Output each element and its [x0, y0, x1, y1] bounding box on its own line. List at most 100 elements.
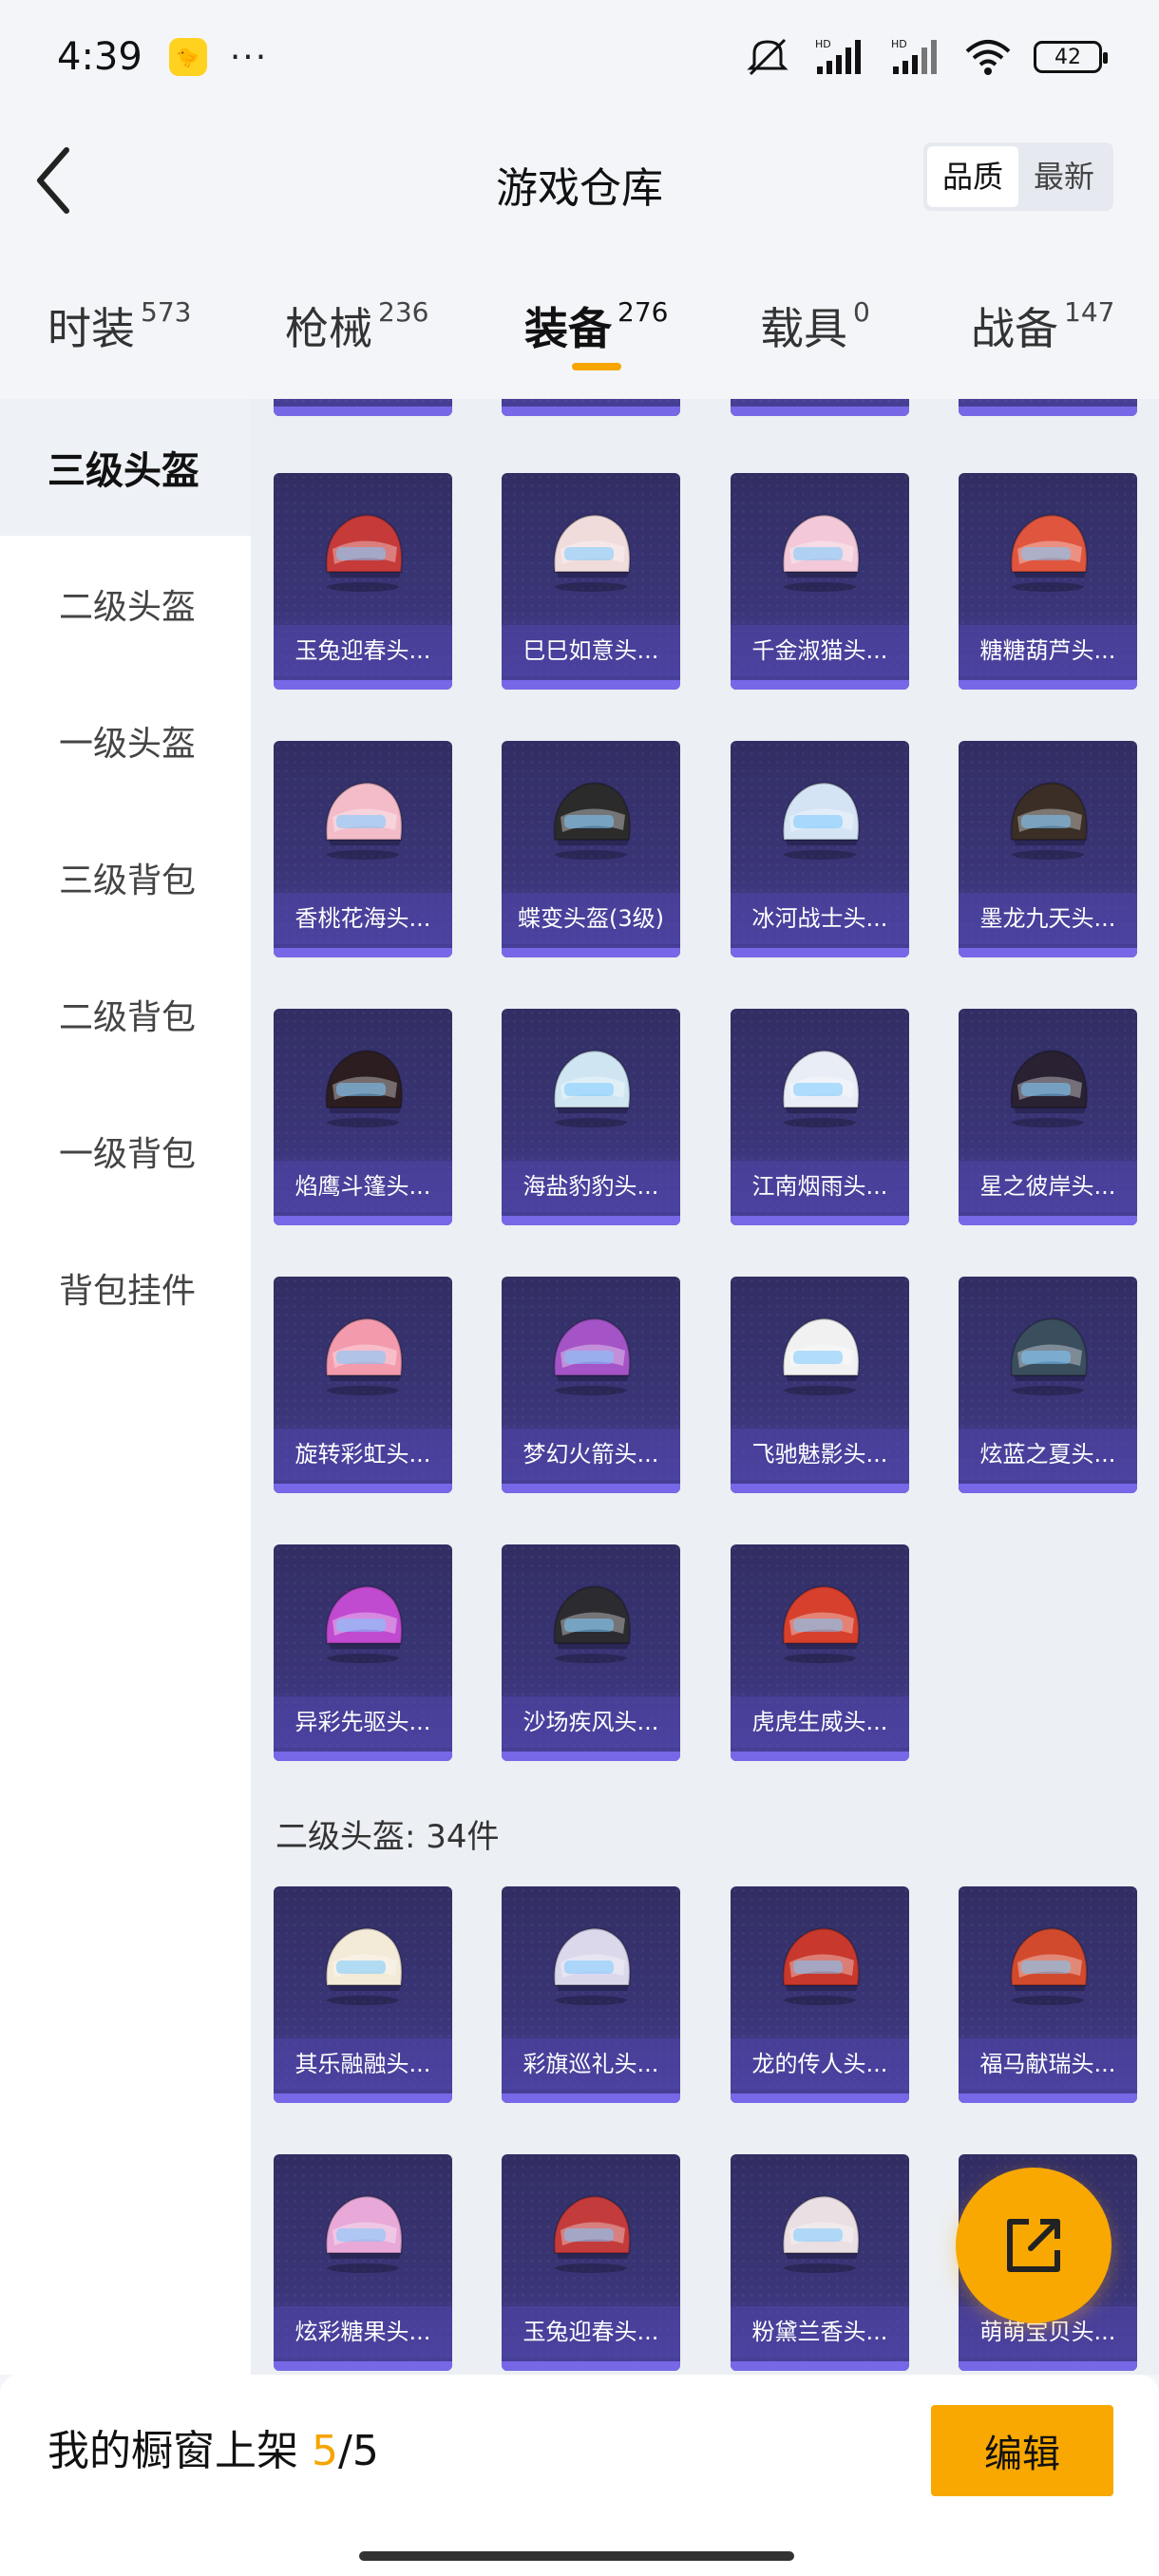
- edit-button[interactable]: 编辑: [931, 2405, 1113, 2496]
- item-card[interactable]: 糖糖葫芦头...: [959, 473, 1137, 690]
- share-button[interactable]: [956, 2168, 1112, 2323]
- category-sidebar: 三级头盔 二级头盔 一级头盔 三级背包 二级背包 一级背包 背包挂件: [0, 399, 251, 2375]
- item-card[interactable]: 其乐融融头...: [274, 1886, 452, 2103]
- status-time: 4:39: [57, 35, 142, 79]
- item-card[interactable]: 异彩先驱头...: [274, 1544, 452, 1761]
- rarity-strip: [502, 407, 680, 416]
- helmet-icon: [772, 2187, 867, 2274]
- item-card[interactable]: 炫彩糖果头...: [274, 2154, 452, 2371]
- item-card-partial[interactable]: [959, 399, 1137, 416]
- wifi-icon: [963, 36, 1013, 78]
- rarity-strip: [502, 1752, 680, 1761]
- active-tab-indicator: [571, 363, 621, 370]
- helmet-icon: [543, 505, 638, 593]
- rarity-strip: [731, 2093, 909, 2103]
- showcase-used-count: 5: [312, 2427, 338, 2475]
- item-grid: 二级头盔: 34件 玉兔迎春头... 巳巳如意头... 千金淑猫头... 糖糖葫芦头.…: [251, 399, 1159, 2375]
- sidebar-item-level2-backpack[interactable]: 二级背包: [0, 946, 251, 1083]
- rarity-strip: [731, 407, 909, 416]
- sort-toggle: 品质 最新: [922, 142, 1113, 211]
- category-tabs: 时装 573 枪械 236 装备 276 载具 0 战备 147: [0, 266, 1159, 399]
- tab-count: 0: [853, 296, 870, 328]
- item-card[interactable]: 梦幻火箭头...: [502, 1277, 680, 1493]
- item-card[interactable]: 海盐豹豹头...: [502, 1009, 680, 1225]
- sidebar-item-level1-backpack[interactable]: 一级背包: [0, 1083, 251, 1220]
- helmet-icon: [543, 773, 638, 861]
- item-card[interactable]: 玉兔迎春头...: [502, 2154, 680, 2371]
- helmet-icon: [315, 1041, 410, 1128]
- item-card[interactable]: 虎虎生威头...: [731, 1544, 909, 1761]
- rarity-strip: [502, 1484, 680, 1493]
- helmet-icon: [772, 1309, 867, 1396]
- item-card[interactable]: 福马献瑞头...: [959, 1886, 1137, 2103]
- sidebar-item-level3-backpack[interactable]: 三级背包: [0, 809, 251, 946]
- sort-by-quality[interactable]: 品质: [926, 146, 1018, 207]
- rarity-strip: [274, 407, 452, 416]
- rarity-strip: [731, 1484, 909, 1493]
- rarity-strip: [959, 2093, 1137, 2103]
- rarity-strip: [959, 2361, 1137, 2371]
- tab-vehicles[interactable]: 载具 0: [760, 266, 870, 399]
- item-name: 千金淑猫头...: [731, 625, 909, 676]
- signal-hd-1-icon: HD: [811, 36, 866, 78]
- tab-label: 枪械: [285, 303, 372, 354]
- rarity-strip: [959, 680, 1137, 690]
- item-name: 炫蓝之夏头...: [959, 1429, 1137, 1480]
- item-card[interactable]: 彩旗巡礼头...: [502, 1886, 680, 2103]
- helmet-icon: [1000, 1309, 1095, 1396]
- share-icon: [1007, 2219, 1060, 2272]
- sidebar-item-level1-helmet[interactable]: 一级头盔: [0, 672, 251, 809]
- item-card[interactable]: 炫蓝之夏头...: [959, 1277, 1137, 1493]
- rarity-strip: [731, 1752, 909, 1761]
- helmet-icon: [315, 1309, 410, 1396]
- item-card[interactable]: 巳巳如意头...: [502, 473, 680, 690]
- item-name: 玉兔迎春头...: [274, 625, 452, 676]
- item-card-partial[interactable]: [274, 399, 452, 416]
- tab-fashion[interactable]: 时装 573: [48, 266, 191, 399]
- rarity-strip: [274, 2093, 452, 2103]
- rarity-strip: [959, 1484, 1137, 1493]
- rarity-strip: [731, 680, 909, 690]
- showcase-bar: 我的橱窗上架 5/5 编辑: [0, 2375, 1159, 2576]
- tab-equipment[interactable]: 装备 276: [524, 266, 668, 399]
- rarity-strip: [274, 1752, 452, 1761]
- item-card[interactable]: 玉兔迎春头...: [274, 473, 452, 690]
- tab-count: 573: [141, 296, 192, 328]
- helmet-icon: [543, 1919, 638, 2006]
- item-card[interactable]: 焰鹰斗篷头...: [274, 1009, 452, 1225]
- item-card-partial[interactable]: [502, 399, 680, 416]
- rarity-strip: [502, 2093, 680, 2103]
- rarity-strip: [274, 1216, 452, 1225]
- helmet-icon: [772, 1919, 867, 2006]
- sort-by-latest[interactable]: 最新: [1018, 146, 1110, 207]
- item-card[interactable]: 香桃花海头...: [274, 741, 452, 957]
- sidebar-item-level2-helmet[interactable]: 二级头盔: [0, 536, 251, 672]
- rarity-strip: [502, 948, 680, 957]
- item-name: 巳巳如意头...: [502, 625, 680, 676]
- item-name: 焰鹰斗篷头...: [274, 1161, 452, 1212]
- item-card[interactable]: 粉黛兰香头...: [731, 2154, 909, 2371]
- item-name: 福马献瑞头...: [959, 2038, 1137, 2090]
- item-card[interactable]: 冰河战士头...: [731, 741, 909, 957]
- sidebar-item-backpack-charm[interactable]: 背包挂件: [0, 1220, 251, 1356]
- tab-supplies[interactable]: 战备 147: [971, 266, 1114, 399]
- item-card[interactable]: 飞驰魅影头...: [731, 1277, 909, 1493]
- sidebar-item-level3-helmet[interactable]: 三级头盔: [0, 399, 251, 536]
- item-card[interactable]: 千金淑猫头...: [731, 473, 909, 690]
- item-card[interactable]: 旋转彩虹头...: [274, 1277, 452, 1493]
- item-card[interactable]: 沙场疾风头...: [502, 1544, 680, 1761]
- home-indicator[interactable]: [359, 2551, 794, 2561]
- item-name: 星之彼岸头...: [959, 1161, 1137, 1212]
- item-card[interactable]: 墨龙九天头...: [959, 741, 1137, 957]
- item-card[interactable]: 蝶变头盔(3级): [502, 741, 680, 957]
- item-card[interactable]: 江南烟雨头...: [731, 1009, 909, 1225]
- rarity-strip: [731, 1216, 909, 1225]
- item-card-partial[interactable]: [731, 399, 909, 416]
- item-name: 彩旗巡礼头...: [502, 2038, 680, 2090]
- tab-count: 276: [618, 296, 669, 328]
- item-card[interactable]: 星之彼岸头...: [959, 1009, 1137, 1225]
- item-name: 其乐融融头...: [274, 2038, 452, 2090]
- item-name: 蝶变头盔(3级): [502, 893, 680, 944]
- item-card[interactable]: 龙的传人头...: [731, 1886, 909, 2103]
- tab-weapons[interactable]: 枪械 236: [285, 266, 428, 399]
